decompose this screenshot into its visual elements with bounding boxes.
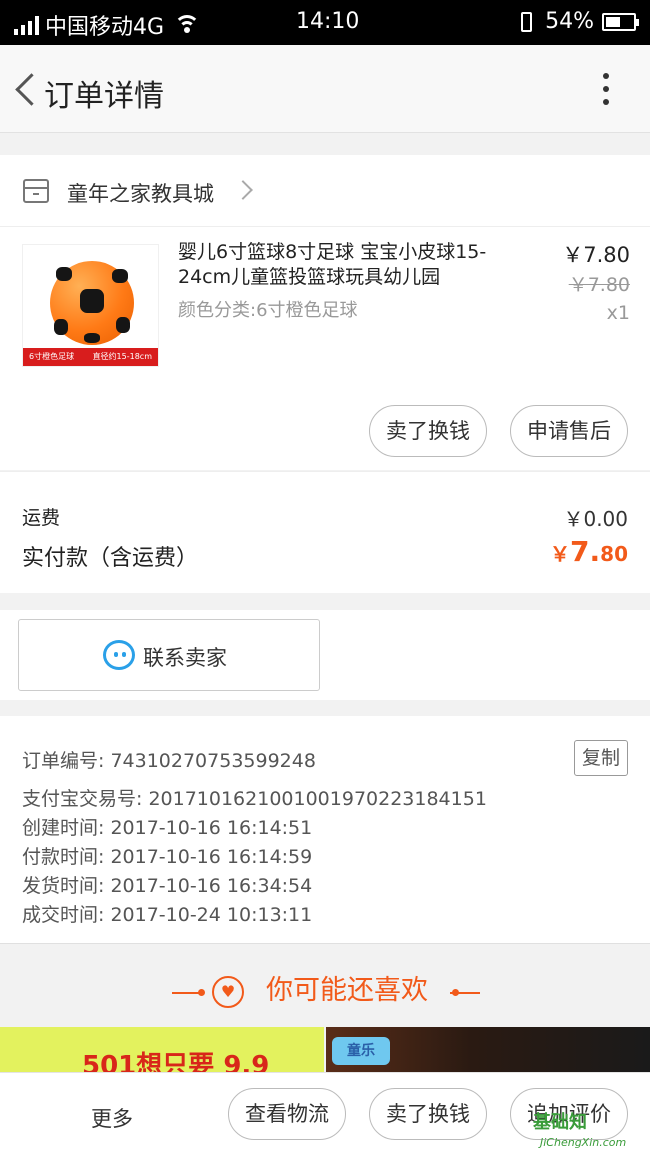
recommend-item-banner[interactable]: 501想只要 9.9 (0, 1027, 324, 1072)
signal-icon (14, 15, 39, 35)
more-button[interactable]: 更多 (91, 1103, 133, 1133)
battery-percent: 54% (545, 9, 594, 34)
battery-icon (602, 12, 639, 31)
copy-button[interactable]: 复制 (574, 740, 628, 776)
back-icon[interactable] (12, 71, 38, 107)
recommend-item-banner[interactable]: 童乐 (326, 1027, 650, 1072)
page-title: 订单详情 (44, 79, 164, 114)
completed-time: 成交时间: 2017-10-24 10:13:11 (22, 904, 313, 926)
carrier-label: 中国移动4G (45, 15, 165, 40)
total-label: 实付款（含运费） (22, 546, 199, 571)
sell-exchange-bottom-button[interactable]: 卖了换钱 (369, 1088, 487, 1140)
product-original-price: ￥7.80 (568, 274, 630, 296)
watermark-logo: 基础知 (533, 1112, 587, 1133)
paid-time: 付款时间: 2017-10-16 16:14:59 (22, 846, 313, 868)
alipay-trade-number: 支付宝交易号: 2017101621001001970223184151 (22, 788, 487, 810)
view-logistics-button[interactable]: 查看物流 (228, 1088, 346, 1140)
order-number: 订单编号: 74310270753599248 (22, 750, 316, 772)
recommend-title: 你可能还喜欢 (266, 975, 428, 1006)
total-paid: ￥7.80 (550, 535, 628, 568)
product-price: ￥7.80 (562, 243, 630, 267)
more-menu-icon[interactable] (596, 69, 616, 109)
soccer-ball-icon (50, 261, 134, 345)
brand-logo: 童乐 (332, 1037, 390, 1065)
created-time: 创建时间: 2017-10-16 16:14:51 (22, 817, 313, 839)
product-image[interactable]: 6寸橙色足球 直径约15-18cm (22, 244, 159, 367)
product-spec: 颜色分类:6寸橙色足球 (178, 300, 358, 321)
shipped-time: 发货时间: 2017-10-16 16:34:54 (22, 875, 313, 897)
after-sale-button[interactable]: 申请售后 (510, 405, 628, 457)
banner-text: 501想只要 9.9 (82, 1051, 270, 1072)
clock: 14:10 (296, 9, 360, 34)
shop-icon (23, 179, 49, 203)
shop-name[interactable]: 童年之家教具城 (67, 178, 214, 208)
contact-seller-label: 联系卖家 (143, 646, 227, 670)
product-title[interactable]: 婴儿6寸篮球8寸足球 宝宝小皮球15-24cm儿童篮投篮球玩具幼儿园 (178, 240, 518, 290)
sell-exchange-button[interactable]: 卖了换钱 (369, 405, 487, 457)
wifi-icon (174, 14, 201, 36)
shipping-label: 运费 (22, 507, 61, 529)
vibrate-icon (515, 11, 537, 33)
watermark-url: JiChengXin.com (540, 1136, 627, 1149)
chat-icon (103, 640, 135, 670)
nav-bar: 订单详情 (0, 45, 650, 133)
contact-seller-button[interactable]: 联系卖家 (18, 619, 320, 691)
status-bar: 中国移动4G 14:10 54% (0, 0, 650, 45)
image-caption: 6寸橙色足球 直径约15-18cm (23, 348, 158, 366)
fees-card (0, 471, 650, 593)
shipping-value: ￥0.00 (563, 507, 628, 531)
product-quantity: x1 (606, 302, 630, 324)
